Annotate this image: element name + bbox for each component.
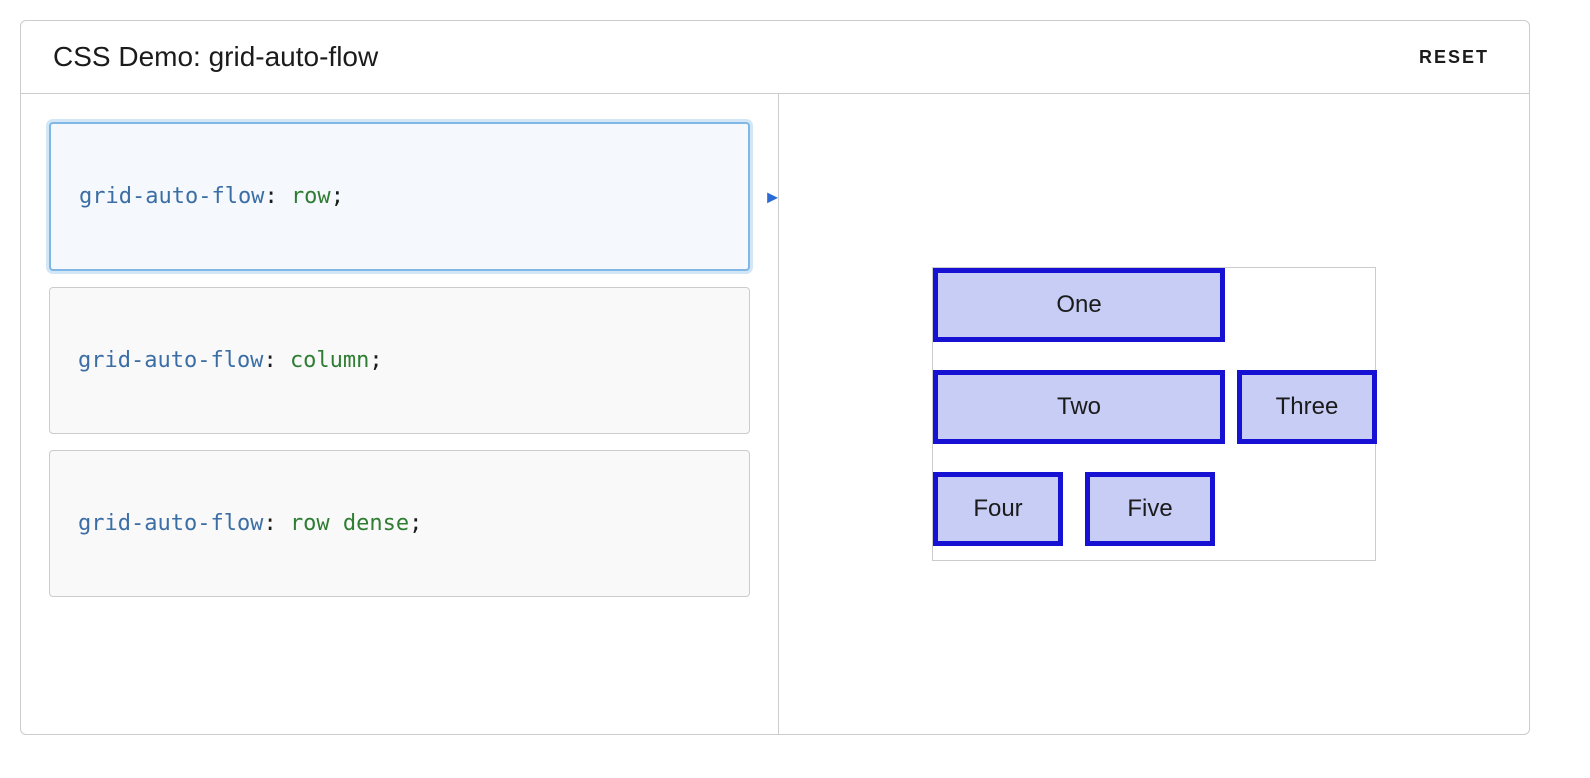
colon: :: [264, 184, 291, 209]
demo-header: CSS Demo: grid-auto-flow RESET: [21, 21, 1529, 94]
css-demo-container: CSS Demo: grid-auto-flow RESET grid-auto…: [20, 20, 1530, 735]
css-value: row: [291, 184, 331, 209]
colon: :: [263, 348, 290, 373]
semicolon: ;: [331, 184, 344, 209]
semicolon: ;: [369, 348, 382, 373]
grid-item-three: Three: [1237, 370, 1377, 444]
option-column[interactable]: grid-auto-flow: column;: [49, 287, 750, 434]
grid-item-five: Five: [1085, 472, 1215, 546]
play-icon: ▶: [767, 186, 778, 207]
grid-item-two: Two: [933, 370, 1225, 444]
demo-body: grid-auto-flow: row; ▶ grid-auto-flow: c…: [21, 94, 1529, 734]
semicolon: ;: [409, 511, 422, 536]
grid-item-four: Four: [933, 472, 1063, 546]
reset-button[interactable]: RESET: [1411, 43, 1497, 72]
options-panel: grid-auto-flow: row; ▶ grid-auto-flow: c…: [21, 94, 779, 734]
output-panel: One Two Three Four Five: [779, 94, 1529, 734]
css-value: column: [290, 348, 369, 373]
css-value: row dense: [290, 511, 409, 536]
css-property: grid-auto-flow: [79, 184, 264, 209]
css-property: grid-auto-flow: [78, 511, 263, 536]
grid-item-one: One: [933, 268, 1225, 342]
demo-title: CSS Demo: grid-auto-flow: [53, 41, 378, 73]
example-grid: One Two Three Four Five: [932, 267, 1376, 561]
css-property: grid-auto-flow: [78, 348, 263, 373]
colon: :: [263, 511, 290, 536]
option-row[interactable]: grid-auto-flow: row; ▶: [49, 122, 750, 271]
option-row-dense[interactable]: grid-auto-flow: row dense;: [49, 450, 750, 597]
